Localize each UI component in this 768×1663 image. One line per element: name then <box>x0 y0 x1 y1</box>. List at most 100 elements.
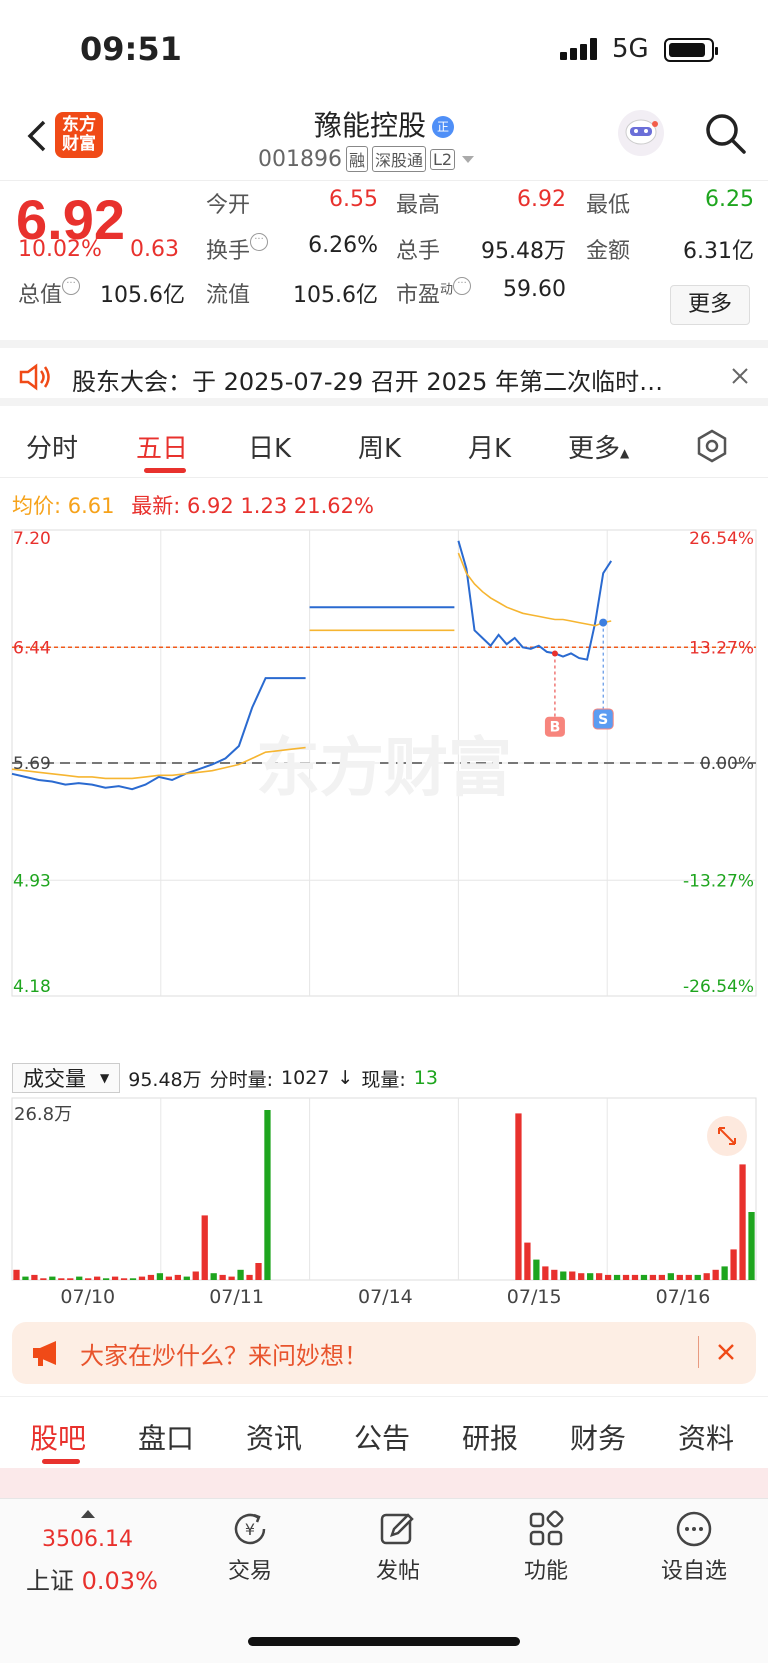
tab-announcements[interactable]: 公告 <box>354 1417 410 1457</box>
date-label: 07/11 <box>209 1286 264 1308</box>
stock-code: 001896 <box>258 146 342 172</box>
tab-finance[interactable]: 财务 <box>570 1417 626 1457</box>
date-axis: 07/10 07/11 07/14 07/15 07/16 <box>0 1286 768 1314</box>
volume-bar <box>649 1274 657 1280</box>
volume-total: 95.48万 <box>128 1068 202 1091</box>
y-tick-left: 7.20 <box>13 529 51 549</box>
tab-profile[interactable]: 资料 <box>678 1417 734 1457</box>
apps-grid-icon <box>529 1510 564 1546</box>
tab-pankou[interactable]: 盘口 <box>138 1417 194 1457</box>
y-tick-right: 0.00% <box>700 754 754 774</box>
buy-marker-label: B <box>550 720 561 736</box>
bottom-toolbar: 3506.14 上证 0.03% ¥ 交易 发帖 功能 设自选 <box>0 1498 768 1663</box>
search-icon[interactable] <box>702 110 748 156</box>
functions-button[interactable]: 功能 <box>496 1509 596 1585</box>
volume-info-row: 成交量 ▼ 95.48万 分时量: 1027 ↓ 现量: 13 <box>12 1062 438 1094</box>
volume-bar <box>147 1274 155 1280</box>
settings-gear-icon[interactable] <box>694 428 730 464</box>
fen-label: 分时量: <box>209 1068 274 1091</box>
tab-intraday[interactable]: 分时 <box>26 428 78 465</box>
indicator-select[interactable]: 成交量 ▼ <box>12 1063 121 1093</box>
volume-bar <box>676 1274 683 1280</box>
trade-button[interactable]: ¥ 交易 <box>200 1509 300 1585</box>
tab-monthly-k[interactable]: 月K <box>468 428 511 465</box>
index-row[interactable]: 上证 0.03% <box>26 1561 158 1596</box>
now-value: 13 <box>413 1067 438 1089</box>
volume-bar <box>76 1276 83 1280</box>
margin-tag: 融 <box>345 146 368 172</box>
divider <box>698 1336 699 1368</box>
volume-bar <box>31 1274 38 1280</box>
indicator-select-label: 成交量 <box>23 1067 86 1091</box>
date-label: 07/14 <box>358 1286 413 1308</box>
pe-label: 市盈动 ··· <box>396 277 472 309</box>
index-value[interactable]: 3506.14 <box>42 1527 133 1552</box>
volume-bar <box>551 1269 558 1280</box>
five-day-price-chart[interactable]: 东方财富 7.20 26.54% 6.44 13.27% 5.69 0.00% 4.93 -1… <box>0 520 768 1060</box>
info-dots-icon[interactable]: ··· <box>250 233 269 251</box>
change-percent: 10.02% <box>18 237 102 262</box>
quote-panel: 6.92 10.02% 0.63 总值 ··· 105.6亿 今开 6.55 最高… <box>0 180 768 340</box>
turnover-label: 换手 ··· <box>206 233 269 265</box>
volume-bar <box>49 1276 56 1280</box>
megaphone-icon <box>33 1341 56 1366</box>
ask-ai-banner[interactable]: 大家在炒什么？来问妙想！ <box>12 1322 756 1384</box>
y-tick-left: 4.18 <box>13 977 51 997</box>
expand-icon[interactable] <box>707 1116 747 1156</box>
sell-point <box>599 618 608 627</box>
volume-bar <box>85 1278 92 1280</box>
tab-daily-k[interactable]: 日K <box>248 428 291 465</box>
active-tab-indicator <box>144 468 186 473</box>
tab-weekly-k[interactable]: 周K <box>358 428 401 465</box>
down-arrow-icon: ↓ <box>337 1067 354 1089</box>
volume-bar <box>595 1273 603 1280</box>
volume-bar <box>730 1249 737 1280</box>
info-dots-icon[interactable]: ··· <box>453 277 472 295</box>
volume-bar <box>138 1276 146 1280</box>
assistant-robot-icon[interactable] <box>618 110 664 156</box>
tab-five-day[interactable]: 五日 <box>136 428 188 465</box>
tab-news[interactable]: 资讯 <box>246 1417 302 1457</box>
notice-bar[interactable]: 股东大会：于 2025-07-29 召开 2025 年第二次临时… <box>0 340 768 406</box>
tab-research[interactable]: 研报 <box>462 1417 518 1457</box>
index-name: 上证 <box>26 1567 74 1595</box>
info-dots-icon[interactable]: ··· <box>62 277 81 295</box>
amount-value: 6.31亿 <box>683 239 754 264</box>
mktcap-value: 105.6亿 <box>100 283 185 308</box>
volume-bar <box>246 1274 253 1280</box>
volume-bar <box>40 1278 47 1280</box>
volume-bar <box>94 1276 101 1280</box>
tab-guba[interactable]: 股吧 <box>30 1417 86 1457</box>
tab-more-label: 更多 <box>568 434 621 464</box>
close-icon[interactable] <box>716 1342 736 1362</box>
volume-bar <box>631 1274 639 1280</box>
caret-down-icon <box>462 156 475 163</box>
open-value: 6.55 <box>329 187 378 212</box>
stock-header: 东方 财富 豫能控股正 001896 融 深股通 L2 <box>0 100 768 180</box>
low-label: 最低 <box>586 193 631 218</box>
volume-bar <box>703 1273 710 1280</box>
buy-point <box>551 650 558 657</box>
clock: 09:51 <box>80 30 182 68</box>
volume-bar <box>264 1110 271 1280</box>
stock-code-row[interactable]: 001896 融 深股通 L2 <box>258 146 477 172</box>
date-label: 07/16 <box>655 1286 711 1308</box>
avg-label: 均价: <box>12 494 62 518</box>
tab-more[interactable]: 更多▲ <box>568 428 629 465</box>
volume-label: 总手 <box>396 239 441 264</box>
caret-up-icon <box>81 1510 95 1518</box>
close-icon[interactable] <box>730 366 750 386</box>
fen-value: 1027 <box>281 1067 330 1089</box>
post-button[interactable]: 发帖 <box>348 1509 448 1585</box>
volume-bar <box>524 1242 531 1280</box>
add-watchlist-button[interactable]: 设自选 <box>644 1509 744 1585</box>
turnover-value: 6.26% <box>308 233 378 258</box>
battery-icon <box>664 38 718 62</box>
date-label: 07/15 <box>506 1286 562 1308</box>
high-label: 最高 <box>396 193 441 218</box>
connect-tag: 深股通 <box>372 146 427 172</box>
caret-icon: ▲ <box>620 446 630 460</box>
more-button[interactable]: 更多 <box>670 285 750 325</box>
volume-chart[interactable]: 26.8万 <box>0 1096 768 1286</box>
y-tick-left: 6.44 <box>13 638 51 658</box>
